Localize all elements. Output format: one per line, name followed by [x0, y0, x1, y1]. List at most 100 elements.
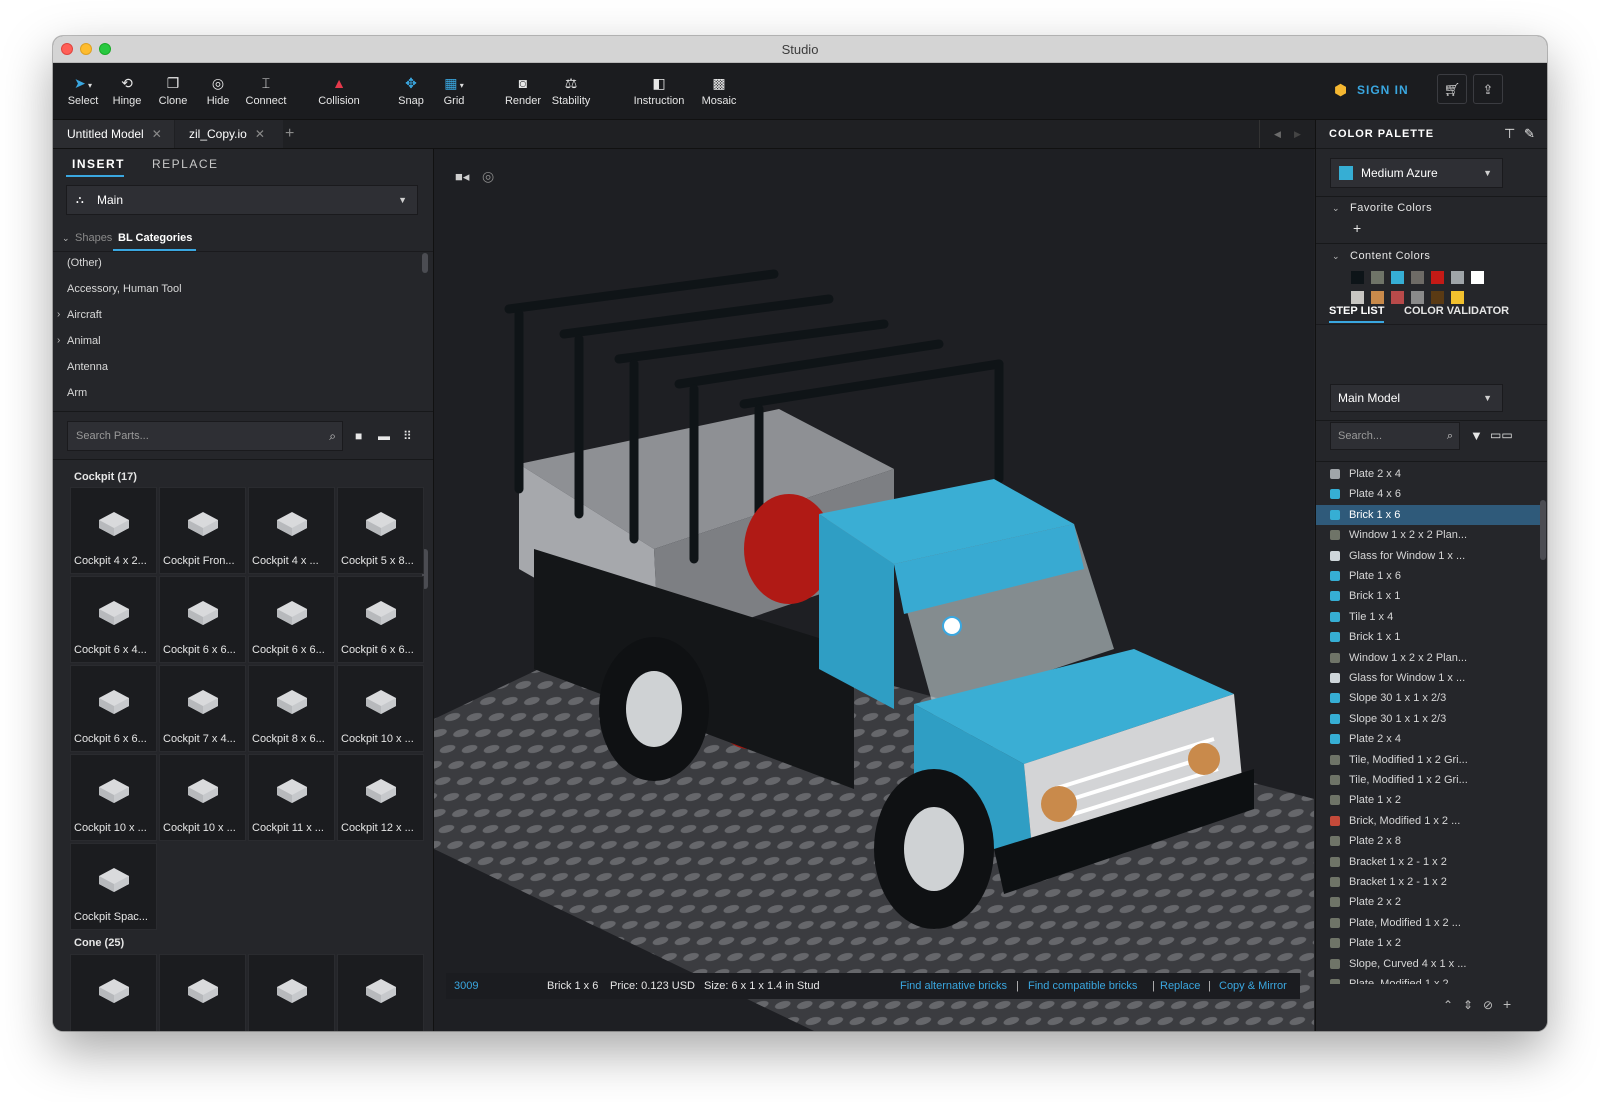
close-tab-icon[interactable]: ✕: [152, 127, 162, 141]
3d-viewport[interactable]: ■◂ ◎ 3009 Brick 1 x 6 Price: 0.123 USD S…: [434, 149, 1314, 1031]
find-compatible-link[interactable]: Find compatible bricks: [1028, 973, 1137, 999]
connect-tool-button[interactable]: ⌶ Connect: [241, 63, 291, 119]
color-swatch[interactable]: [1411, 291, 1424, 304]
hide-tool-button[interactable]: ◎ Hide: [198, 63, 238, 119]
replace-link[interactable]: Replace: [1160, 973, 1200, 999]
tab-step-list[interactable]: STEP LIST: [1329, 305, 1384, 317]
collapse-chevron-icon[interactable]: ⌄: [62, 233, 70, 244]
collapse-chevron-icon[interactable]: ⌄: [1332, 251, 1340, 262]
single-view-icon[interactable]: ■: [355, 429, 362, 443]
part-tile[interactable]: Cockpit Spac...: [70, 843, 157, 930]
step-list-item[interactable]: Plate, Modified 1 x 2 ...: [1316, 974, 1540, 984]
cart-button[interactable]: 🛒︎: [1437, 74, 1467, 104]
hinge-tool-button[interactable]: ⟲ Hinge: [107, 63, 147, 119]
paint-roller-icon[interactable]: ⊤: [1504, 126, 1515, 142]
brick-view-icon[interactable]: ▬: [378, 429, 390, 443]
category-item[interactable]: Antenna: [67, 361, 108, 373]
search-parts-input[interactable]: Search Parts... ⌕: [67, 421, 343, 451]
palette-dropdown[interactable]: ⛬ Main ▼: [66, 185, 418, 215]
part-tile[interactable]: Cockpit 10 x ...: [337, 665, 424, 752]
tab-shapes[interactable]: Shapes: [75, 232, 112, 244]
step-list-item[interactable]: Brick 1 x 1: [1316, 627, 1540, 647]
step-list-item[interactable]: Plate, Modified 1 x 2 ...: [1316, 913, 1540, 933]
part-tile[interactable]: Cockpit 6 x 6...: [159, 576, 246, 663]
close-tab-icon[interactable]: ✕: [255, 127, 265, 141]
tab-next-icon[interactable]: ▶: [1294, 120, 1301, 148]
part-tile[interactable]: Cockpit 10 x ...: [70, 754, 157, 841]
step-list-item[interactable]: Bracket 1 x 2 - 1 x 2: [1316, 852, 1540, 872]
part-tile[interactable]: [337, 954, 424, 1031]
color-swatch[interactable]: [1391, 271, 1404, 284]
part-tile[interactable]: Cockpit 7 x 4...: [159, 665, 246, 752]
color-swatch[interactable]: [1351, 271, 1364, 284]
part-tile[interactable]: [159, 954, 246, 1031]
pencil-icon[interactable]: ✎: [1524, 126, 1535, 142]
step-list-item[interactable]: Brick, Modified 1 x 2 ...: [1316, 811, 1540, 831]
color-swatch[interactable]: [1431, 271, 1444, 284]
category-item[interactable]: (Other): [67, 257, 102, 269]
select-tool-button[interactable]: ➤ ▾ Select: [63, 63, 103, 119]
category-item[interactable]: › Animal: [57, 335, 101, 347]
clone-tool-button[interactable]: ❐ Clone: [153, 63, 193, 119]
tab-color-validator[interactable]: COLOR VALIDATOR: [1404, 305, 1509, 317]
step-list-item[interactable]: Glass for Window 1 x ...: [1316, 668, 1540, 688]
color-swatch[interactable]: [1451, 291, 1464, 304]
filter-icon[interactable]: ▼: [1470, 428, 1483, 443]
tab-prev-icon[interactable]: ◀: [1274, 120, 1281, 148]
category-item[interactable]: › Aircraft: [57, 309, 102, 321]
camera-icon[interactable]: ■◂: [455, 169, 469, 185]
color-swatch[interactable]: [1471, 271, 1484, 284]
step-list-item[interactable]: Tile, Modified 1 x 2 Gri...: [1316, 750, 1540, 770]
step-list-item[interactable]: Window 1 x 2 x 2 Plan...: [1316, 648, 1540, 668]
stability-button[interactable]: ⚖ Stability: [544, 63, 598, 119]
tab-bl-categories[interactable]: BL Categories: [118, 232, 192, 244]
part-tile[interactable]: Cockpit 6 x 6...: [70, 665, 157, 752]
step-list-item[interactable]: Slope 30 1 x 1 x 2/3: [1316, 709, 1540, 729]
part-tile[interactable]: Cockpit 4 x ...: [248, 487, 335, 574]
add-tab-button[interactable]: +: [285, 120, 294, 148]
color-swatch[interactable]: [1411, 271, 1424, 284]
step-list-item[interactable]: Plate 1 x 2: [1316, 933, 1540, 953]
step-list-item[interactable]: Plate 4 x 6: [1316, 484, 1540, 504]
color-swatch[interactable]: [1391, 291, 1404, 304]
part-tile[interactable]: [248, 954, 335, 1031]
grid-tool-button[interactable]: ▦ ▾ Grid: [436, 63, 472, 119]
step-list-item[interactable]: Window 1 x 2 x 2 Plan...: [1316, 525, 1540, 545]
color-select-dropdown[interactable]: Medium Azure ▼: [1330, 158, 1503, 188]
render-button[interactable]: ◙ Render: [503, 63, 543, 119]
grid-view-icon[interactable]: ⠿: [403, 429, 412, 443]
step-list-item[interactable]: Bracket 1 x 2 - 1 x 2: [1316, 872, 1540, 892]
tab-insert[interactable]: INSERT: [72, 157, 125, 171]
part-tile[interactable]: [70, 954, 157, 1031]
add-favorite-color-button[interactable]: +: [1353, 220, 1361, 236]
step-list-item[interactable]: Glass for Window 1 x ...: [1316, 546, 1540, 566]
mosaic-button[interactable]: ▩ Mosaic: [696, 63, 742, 119]
category-scrollbar[interactable]: [422, 253, 428, 273]
hide-step-icon[interactable]: ⊘: [1483, 998, 1493, 1012]
part-id[interactable]: 3009: [454, 973, 478, 999]
part-tile[interactable]: Cockpit 10 x ...: [159, 754, 246, 841]
part-tile[interactable]: Cockpit 6 x 6...: [337, 576, 424, 663]
step-list-item[interactable]: Plate 2 x 4: [1316, 464, 1540, 484]
part-tile[interactable]: Cockpit 4 x 2...: [70, 487, 157, 574]
category-item[interactable]: Accessory, Human Tool: [67, 283, 182, 295]
step-list-item[interactable]: Plate 2 x 8: [1316, 831, 1540, 851]
step-list-item[interactable]: Slope 30 1 x 1 x 2/3: [1316, 688, 1540, 708]
part-tile[interactable]: Cockpit 6 x 6...: [248, 576, 335, 663]
collapse-chevron-icon[interactable]: ⌄: [1332, 203, 1340, 214]
copy-mirror-link[interactable]: Copy & Mirror: [1219, 973, 1287, 999]
step-list-item[interactable]: Plate 2 x 2: [1316, 892, 1540, 912]
instruction-button[interactable]: ◧ Instruction: [629, 63, 689, 119]
category-item[interactable]: Arm: [67, 387, 87, 399]
snap-tool-button[interactable]: ✥ Snap: [393, 63, 429, 119]
expand-all-icon[interactable]: ⇕: [1463, 998, 1473, 1012]
tab-replace[interactable]: REPLACE: [152, 157, 219, 171]
step-list-item[interactable]: Plate 1 x 2: [1316, 790, 1540, 810]
step-list-item[interactable]: Plate 1 x 6: [1316, 566, 1540, 586]
collapse-all-icon[interactable]: ⌃: [1443, 998, 1453, 1012]
part-tile[interactable]: Cockpit 12 x ...: [337, 754, 424, 841]
color-swatch[interactable]: [1451, 271, 1464, 284]
view-options-icon[interactable]: ▭▭: [1490, 428, 1513, 442]
step-list-item[interactable]: Slope, Curved 4 x 1 x ...: [1316, 954, 1540, 974]
find-alternative-link[interactable]: Find alternative bricks: [900, 973, 1007, 999]
